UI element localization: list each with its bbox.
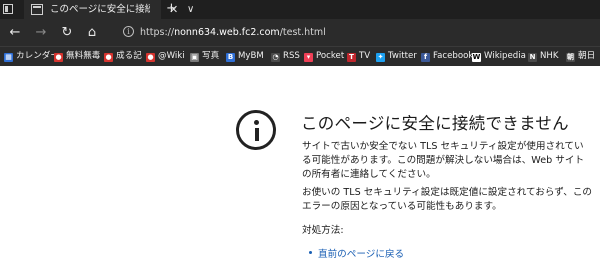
info-icon-bar xyxy=(254,128,259,141)
calendar-icon: ▦ xyxy=(4,53,13,62)
site-info-icon[interactable]: i xyxy=(123,26,134,37)
favorite-item[interactable]: f Facebook xyxy=(421,47,473,66)
site-icon: ● xyxy=(54,53,63,62)
bookmark-icon: B xyxy=(226,53,235,62)
new-tab-button[interactable]: + xyxy=(166,0,177,18)
rss-icon: ◔ xyxy=(271,53,280,62)
favorite-item[interactable]: ● @Wiki xyxy=(146,47,185,66)
address-bar[interactable]: i https://nonn634.web.fc2.com/test.html xyxy=(113,23,600,42)
page-icon xyxy=(31,4,43,15)
favorite-item[interactable]: ✦ Twitter xyxy=(376,47,417,66)
window-menu-icon[interactable] xyxy=(3,4,13,14)
go-back-link-text[interactable]: 直前のページに戻る xyxy=(318,246,404,260)
url-scheme: https:// xyxy=(140,27,175,38)
favorite-item[interactable]: N NHK xyxy=(528,47,559,66)
info-icon-dot xyxy=(254,120,259,125)
tab-strip: このページに安全に接続できま ✕ + ∨ xyxy=(0,0,600,19)
forward-button[interactable]: → xyxy=(30,19,52,46)
tab-list-chevron-icon[interactable]: ∨ xyxy=(187,0,194,19)
asahi-icon: 朝 xyxy=(566,53,575,62)
favorite-item[interactable]: T TV xyxy=(347,47,370,66)
url-host: nonn634.web.fc2.com xyxy=(174,27,280,38)
refresh-button[interactable]: ↻ xyxy=(56,19,78,46)
favorite-item[interactable]: B MyBM xyxy=(226,47,264,66)
favorite-item[interactable]: 朝朝日 xyxy=(566,47,595,66)
twitter-icon: ✦ xyxy=(376,53,385,62)
back-button[interactable]: ← xyxy=(4,19,26,46)
nhk-icon: N xyxy=(528,53,537,62)
wiki-icon: ● xyxy=(146,53,155,62)
error-description: サイトで古いか安全でない TLS セキュリティ設定が使用されている可能性がありま… xyxy=(302,141,585,180)
pocket-icon: ▾ xyxy=(304,53,313,62)
bullet-icon xyxy=(309,251,312,254)
info-icon xyxy=(236,110,276,150)
navigation-bar: ← → ↻ ⌂ i https://nonn634.web.fc2.com/te… xyxy=(0,19,600,46)
facebook-icon: f xyxy=(421,53,430,62)
tls-settings-note: お使いの TLS セキュリティ設定は既定値に設定されておらず、このエラーの原因と… xyxy=(302,187,593,212)
url-text[interactable]: https://nonn634.web.fc2.com/test.html xyxy=(140,23,326,42)
favorite-item[interactable]: W Wikipedia xyxy=(472,47,526,66)
fix-heading: 対処方法: xyxy=(302,225,344,236)
tab-active[interactable]: このページに安全に接続できま ✕ xyxy=(24,0,178,19)
favorite-item[interactable]: ▣ 写真 xyxy=(190,47,219,66)
tab-title: このページに安全に接続できま xyxy=(50,4,150,15)
url-path: /test.html xyxy=(279,27,326,38)
wikipedia-icon: W xyxy=(472,53,481,62)
page-title: このページに安全に接続できません xyxy=(301,114,569,133)
photos-icon: ▣ xyxy=(190,53,199,62)
favorite-item[interactable]: ● 成る記 xyxy=(104,47,142,66)
favorite-item[interactable]: ● 無料無毒 xyxy=(54,47,100,66)
site-icon: ● xyxy=(104,53,113,62)
home-button[interactable]: ⌂ xyxy=(81,19,103,46)
tv-icon: T xyxy=(347,53,356,62)
favorites-bar: ▦ カレンダー ● 無料無毒 ● 成る記 ● @Wiki ▣ 写真 B MyBM ◔ RSS … xyxy=(0,46,600,66)
favorite-item[interactable]: ◔ RSS xyxy=(271,47,300,66)
favorite-item[interactable]: ▦ カレンダー xyxy=(4,47,59,66)
favorite-item[interactable]: ▾ Pocket xyxy=(304,47,344,66)
